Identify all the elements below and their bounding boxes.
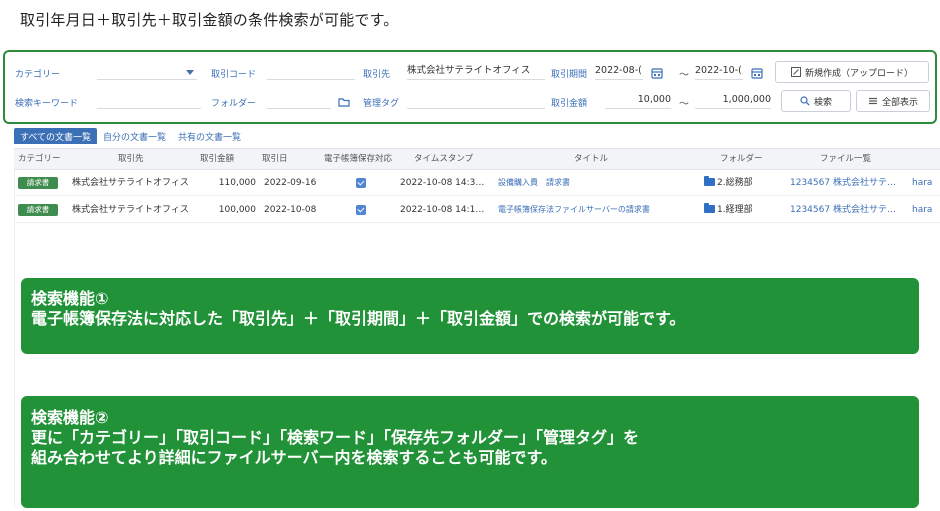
calendar-icon[interactable]	[651, 67, 663, 79]
folder-icon	[704, 203, 715, 213]
search-button-label: 検索	[813, 97, 832, 108]
tag-input[interactable]	[407, 91, 545, 109]
period-from-input[interactable]: 2022-08-(	[595, 62, 643, 80]
amount-to-input[interactable]: 1,000,000	[695, 91, 771, 109]
period-label: 取引期間	[551, 70, 588, 80]
code-label: 取引コード	[211, 70, 257, 80]
e-book-checkbox[interactable]	[356, 178, 366, 188]
amount-label: 取引金額	[551, 99, 588, 109]
folder-icon[interactable]	[338, 96, 350, 108]
column-header-date[interactable]: 取引日	[262, 149, 288, 170]
tab-all-documents[interactable]: すべての文書一覧	[14, 128, 98, 144]
table-row[interactable]: 請求書 株式会社サテライトオフィス 110,000 2022-09-16 202…	[14, 170, 940, 196]
category-label: カテゴリー	[15, 70, 61, 80]
column-header-timestamp[interactable]: タイムスタンプ	[414, 149, 473, 170]
new-upload-button[interactable]: 新規作成（アップロード）	[775, 61, 929, 83]
document-tabs: すべての文書一覧 自分の文書一覧 共有の文書一覧	[14, 128, 247, 144]
search-icon	[800, 96, 810, 106]
file-link[interactable]: 1234567 株式会社サテ…	[790, 170, 906, 196]
timestamp-cell: 2022-10-08 14:1…	[400, 205, 485, 215]
search-button[interactable]: 検索	[781, 90, 851, 112]
title-link[interactable]: 設備購入費 請求書	[498, 170, 694, 196]
e-book-checkbox[interactable]	[356, 205, 366, 215]
partner-cell: 株式会社サテライトオフィス	[72, 178, 189, 188]
headline: 取引年月日＋取引先＋取引金額の条件検索が可能です。	[20, 11, 399, 29]
edit-icon	[790, 67, 801, 77]
partner-cell: 株式会社サテライトオフィス	[72, 205, 189, 215]
timestamp-cell: 2022-10-08 14:3…	[400, 178, 485, 188]
column-header-files[interactable]: ファイル一覧	[820, 149, 871, 170]
file-link[interactable]: 1234567 株式会社サテ…	[790, 197, 906, 223]
callout-text: 組み合わせてより詳細にファイルサーバー内を検索することも可能です。	[31, 448, 557, 467]
feature-callout-2: 検索機能② 更に「カテゴリー」「取引コード」「検索ワード」「保存先フォルダー」「…	[21, 396, 919, 508]
tab-shared-documents[interactable]: 共有の文書一覧	[172, 128, 247, 144]
new-upload-label: 新規作成（アップロード）	[804, 68, 913, 79]
folder-icon	[704, 176, 715, 186]
period-tilde: 〜	[679, 70, 689, 81]
column-header-category[interactable]: カテゴリー	[18, 149, 61, 170]
keyword-input[interactable]	[97, 91, 201, 109]
folder-label: フォルダー	[211, 99, 257, 109]
owner-link[interactable]: hara	[912, 170, 936, 196]
title-link[interactable]: 電子帳簿保存法ファイルサーバーの請求書	[498, 197, 694, 223]
table-row[interactable]: 請求書 株式会社サテライトオフィス 100,000 2022-10-08 202…	[14, 197, 940, 223]
amount-tilde: 〜	[679, 99, 689, 110]
callout-text: 電子帳簿保存法に対応した「取引先」＋「取引期間」＋「取引金額」での検索が可能です…	[31, 309, 686, 328]
feature-callout-1: 検索機能① 電子帳簿保存法に対応した「取引先」＋「取引期間」＋「取引金額」での検…	[21, 278, 919, 354]
partner-input[interactable]: 株式会社サテライトオフィス	[407, 62, 545, 80]
document-table: カテゴリー 取引先 取引金額 取引日 電子帳簿保存対応 タイムスタンプ タイトル…	[14, 148, 940, 223]
category-badge: 請求書	[18, 204, 58, 216]
column-header-partner[interactable]: 取引先	[118, 149, 144, 170]
column-header-e-book[interactable]: 電子帳簿保存対応	[324, 149, 392, 170]
calendar-icon[interactable]	[751, 67, 763, 79]
folder-cell: 2.総務部	[704, 170, 784, 196]
folder-input[interactable]	[267, 91, 331, 109]
owner-link[interactable]: hara	[912, 197, 936, 223]
callout-heading: 検索機能②	[31, 408, 109, 427]
show-all-button[interactable]: 全部表示	[856, 90, 930, 112]
category-select[interactable]	[97, 62, 197, 80]
list-icon	[868, 97, 877, 105]
table-header: カテゴリー 取引先 取引金額 取引日 電子帳簿保存対応 タイムスタンプ タイトル…	[14, 148, 940, 170]
amount-cell: 100,000	[218, 205, 256, 215]
amount-from-input[interactable]: 10,000	[605, 91, 671, 109]
folder-cell: 1.経理部	[704, 197, 784, 223]
chevron-down-icon[interactable]	[186, 70, 194, 75]
search-panel: カテゴリー 取引コード 取引先 株式会社サテライトオフィス 取引期間 2022-…	[3, 50, 937, 124]
column-header-amount[interactable]: 取引金額	[200, 149, 234, 170]
period-to-input[interactable]: 2022-10-(	[695, 62, 743, 80]
callout-heading: 検索機能①	[31, 289, 109, 308]
tag-label: 管理タグ	[363, 99, 400, 109]
folder-name: 2.総務部	[717, 178, 753, 188]
show-all-label: 全部表示	[881, 97, 918, 108]
callout-text: 更に「カテゴリー」「取引コード」「検索ワード」「保存先フォルダー」「管理タグ」を	[31, 428, 640, 447]
date-cell: 2022-10-08	[264, 205, 317, 215]
tab-my-documents[interactable]: 自分の文書一覧	[97, 128, 172, 144]
column-header-title[interactable]: タイトル	[574, 149, 608, 170]
keyword-label: 検索キーワード	[15, 99, 79, 109]
amount-cell: 110,000	[218, 178, 256, 188]
code-input[interactable]	[267, 62, 355, 80]
column-header-folder[interactable]: フォルダー	[720, 149, 763, 170]
category-badge: 請求書	[18, 177, 58, 189]
partner-label: 取引先	[363, 70, 391, 80]
folder-name: 1.経理部	[717, 205, 753, 215]
date-cell: 2022-09-16	[264, 178, 317, 188]
